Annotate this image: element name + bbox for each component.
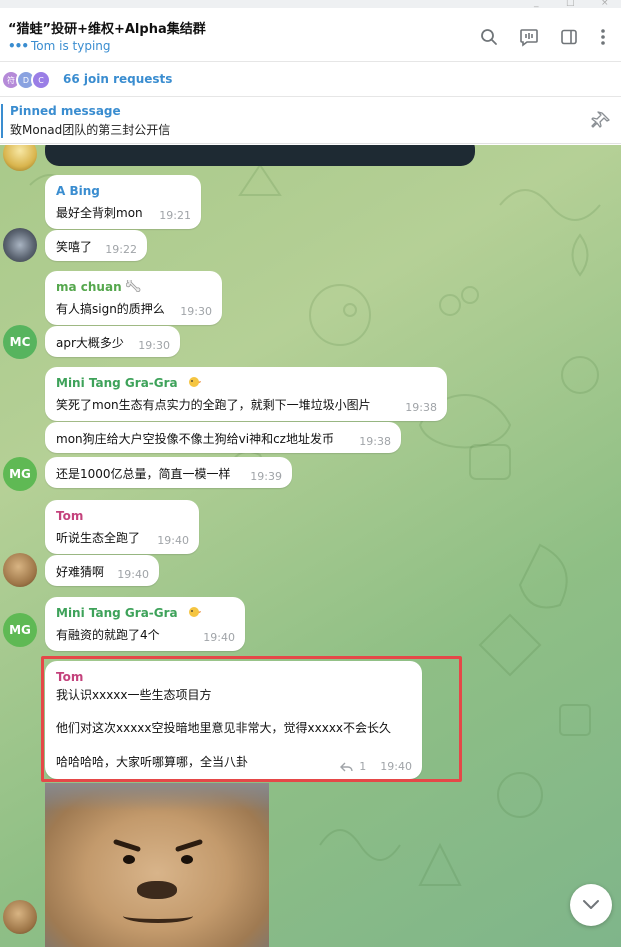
photo-shade [45,783,269,811]
sender-name-text: Mini Tang Gra-Gra [56,376,178,390]
typing-text: Tom is typing [31,39,111,53]
message-text-line: 哈哈哈哈，大家听哪算哪，全当八卦 [56,755,249,769]
message-text: 好难猜啊 [56,565,105,579]
message-time: 19:40 [203,631,235,644]
message-bubble[interactable]: A Bing 最好全背刺mon 19:21 [45,175,201,229]
reply-count[interactable]: 1 [359,760,366,773]
avatar[interactable] [3,145,37,171]
message-meta: 1 19:40 [340,760,412,773]
sender-name[interactable]: Mini Tang Gra-Gra [56,606,202,620]
reply-icon[interactable] [340,762,353,772]
message-text: 笑死了mon生态有点实力的全跑了，就剩下一堆垃圾小图片 [56,398,371,412]
pinned-title: Pinned message [10,104,121,118]
message-text: 最好全背刺mon [56,206,143,220]
scroll-down-button[interactable] [570,884,612,926]
previous-message-bubble[interactable] [45,145,475,166]
message-bubble[interactable]: Tom 我认识xxxxx一些生态项目方 他们对这次xxxxx空投暗地里意见非常大… [45,661,422,779]
sender-name[interactable]: Tom [56,509,83,523]
chat-area[interactable]: A Bing 最好全背刺mon 19:21 笑嘻了 19:22 ma chuan… [0,145,621,947]
message-time: 19:40 [157,534,189,547]
message-time: 19:21 [159,209,191,222]
join-requests-bar[interactable]: 符 D C 66 join requests [0,63,621,97]
typing-dots-icon: ••• [8,39,29,53]
sender-name[interactable]: Mini Tang Gra-Gra [56,376,202,390]
maximize-icon[interactable]: □ [566,0,575,8]
message-time: 19:39 [250,470,282,483]
message-bubble[interactable]: Tom 听说生态全跑了 19:40 [45,500,199,554]
join-request-avatar: C [31,70,51,90]
sender-name[interactable]: ma chuan [56,278,142,294]
sender-name-text: ma chuan [56,280,122,294]
scroll-down-icon [583,900,599,909]
message-text-line: 他们对这次xxxxx空投暗地里意见非常大，觉得xxxxx不会长久 [56,721,392,735]
more-vert-icon[interactable] [592,26,614,48]
message-text: 听说生态全跑了 [56,531,141,545]
avatar[interactable] [3,900,37,934]
message-time: 19:38 [359,435,391,448]
message-time: 19:30 [180,305,212,318]
pinned-indicator [1,104,3,138]
message-text-line: 我认识xxxxx一些生态项目方 [56,688,212,702]
pinned-message-bar[interactable]: Pinned message 致Monad团队的第三封公开信 [0,98,621,144]
avatar[interactable] [3,553,37,587]
message-text: 笑嘻了 [56,240,93,254]
chat-header: “猎蛙”投研+维权+Alpha集结群 ••• Tom is typing [0,8,621,62]
pinned-text: 致Monad团队的第三封公开信 [10,123,171,137]
message-text: 有人搞sign的质押么 [56,302,165,316]
message-text: 有融资的就跑了4个 [56,628,160,642]
avatar[interactable] [3,228,37,262]
message-time: 19:38 [405,401,437,414]
sender-name-text: Mini Tang Gra-Gra [56,606,178,620]
sidebar-toggle-icon[interactable] [558,26,580,48]
sender-name[interactable]: Tom [56,670,83,684]
avatar[interactable]: MG [3,457,37,491]
photo-detail [174,838,204,853]
message-bubble[interactable]: Mini Tang Gra-Gra 笑死了mon生态有点实力的全跑了，就剩下一堆… [45,367,447,421]
join-requests-label[interactable]: 66 join requests [63,72,172,86]
message-bubble[interactable]: Mini Tang Gra-Gra 有融资的就跑了4个 19:40 [45,597,245,651]
bone-emoji-icon [125,278,141,293]
close-icon[interactable]: × [601,0,609,8]
message-text: mon狗庄给大户空投像不像土狗给vi神和cz地址发币 [56,432,334,446]
photo-message[interactable] [45,783,269,947]
unpin-icon[interactable] [591,111,611,131]
photo-detail [112,838,142,853]
window-top-strip: _ □ × [0,0,621,8]
message-time: 19:40 [380,760,412,773]
typing-status: ••• Tom is typing [8,39,111,53]
message-bubble[interactable]: ma chuan 有人搞sign的质押么 19:30 [45,271,222,325]
message-bubble[interactable]: 还是1000亿总量，简直一模一样 19:39 [45,457,292,488]
message-text: apr大概多少 [56,336,124,350]
photo-detail [137,881,177,899]
video-chat-icon[interactable] [518,26,540,48]
chat-title[interactable]: “猎蛙”投研+维权+Alpha集结群 [8,18,206,37]
sender-name[interactable]: A Bing [56,184,100,198]
minimize-icon[interactable]: _ [534,0,539,8]
chick-emoji-icon [188,607,201,617]
message-bubble[interactable]: apr大概多少 19:30 [45,326,180,357]
message-time: 19:30 [138,339,170,352]
search-icon[interactable] [478,26,500,48]
photo-detail [123,909,193,923]
message-time: 19:22 [105,243,137,256]
photo-detail [123,855,135,864]
photo-detail [181,855,193,864]
message-bubble[interactable]: mon狗庄给大户空投像不像土狗给vi神和cz地址发币 19:38 [45,422,401,453]
message-bubble[interactable]: 好难猜啊 19:40 [45,555,159,586]
avatar[interactable]: MG [3,613,37,647]
message-time: 19:40 [117,568,149,581]
message-bubble[interactable]: 笑嘻了 19:22 [45,230,147,261]
avatar[interactable]: MC [3,325,37,359]
chick-emoji-icon [188,377,201,387]
message-text: 还是1000亿总量，简直一模一样 [56,467,231,481]
